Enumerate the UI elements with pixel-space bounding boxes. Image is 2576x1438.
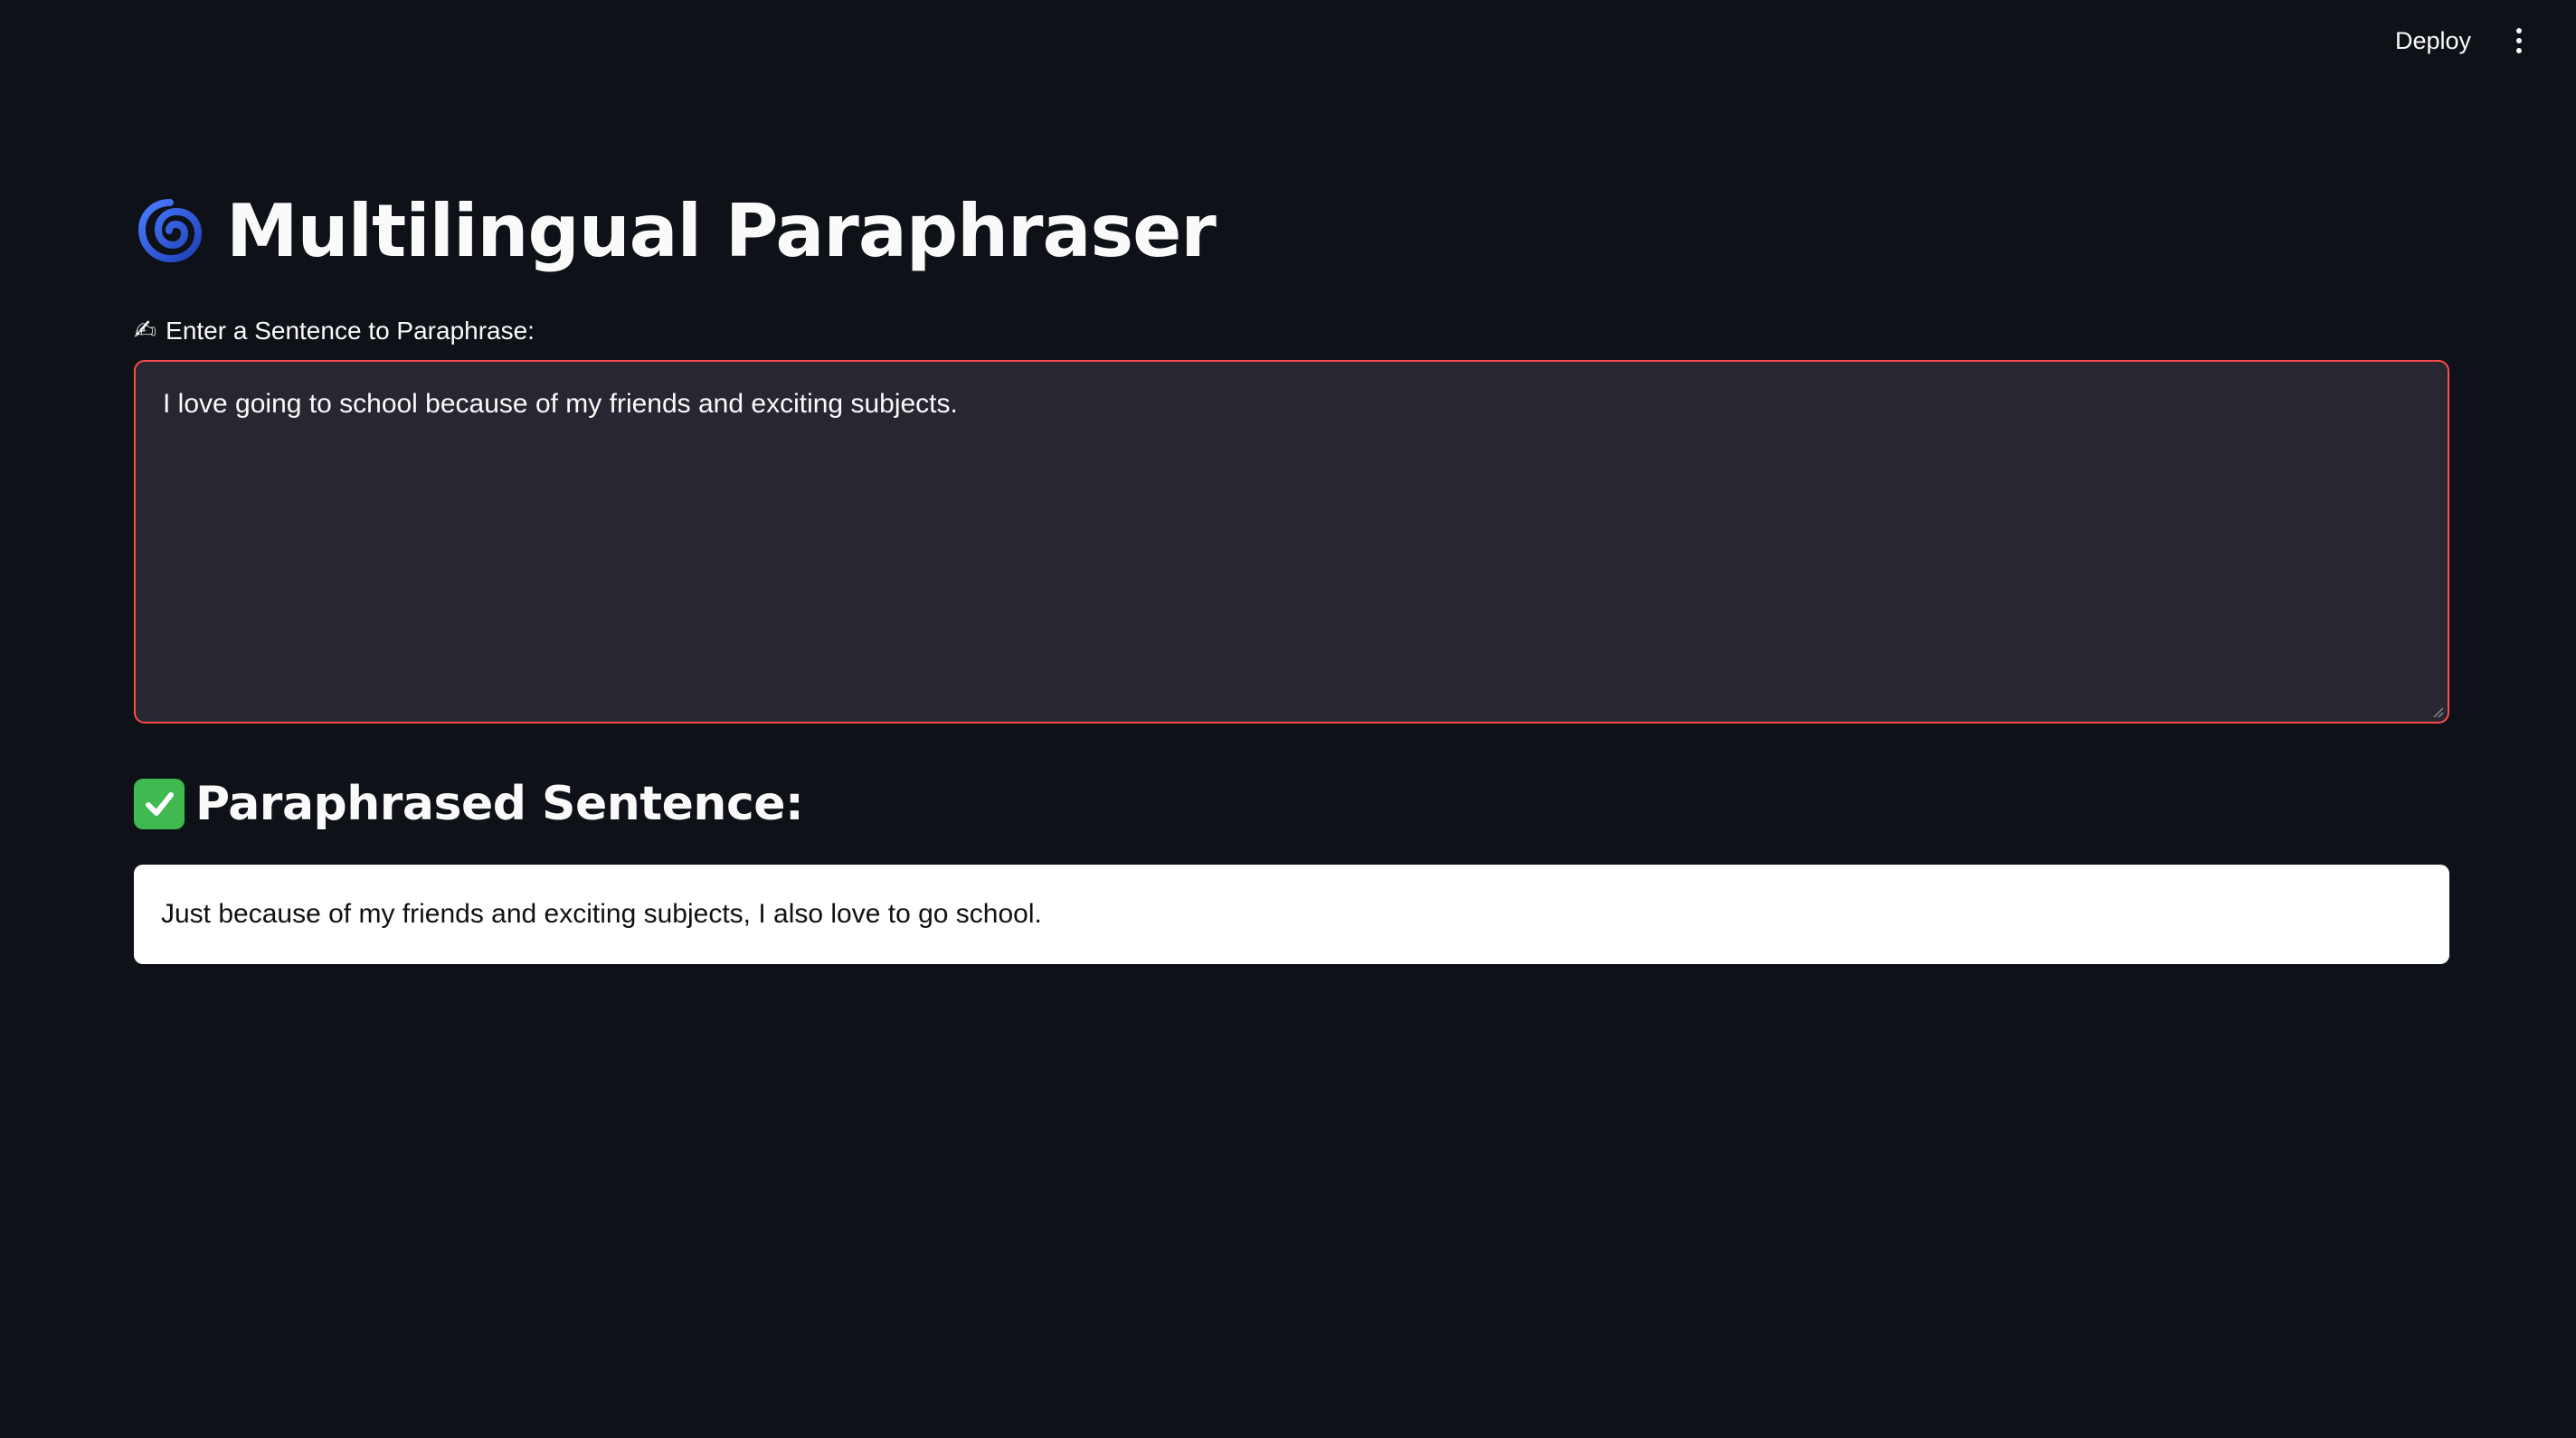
page-title: Multilingual Paraphraser bbox=[134, 181, 2449, 280]
writing-hand-icon: ✍ bbox=[134, 316, 157, 345]
check-mark-button-icon bbox=[134, 779, 185, 829]
result-heading: Paraphrased Sentence: bbox=[134, 776, 2449, 832]
sentence-input[interactable]: I love going to school because of my fri… bbox=[136, 362, 2448, 722]
top-header: Deploy bbox=[0, 0, 2576, 81]
app-root: Deploy Multilingual Paraphraser ✍ Enter … bbox=[0, 0, 2576, 1438]
more-vert-icon bbox=[2516, 28, 2522, 33]
sentence-input-label-text: Enter a Sentence to Paraphrase: bbox=[166, 317, 535, 345]
paraphrased-result-text: Just because of my friends and exciting … bbox=[161, 899, 1042, 929]
more-vert-icon-dot bbox=[2516, 38, 2522, 43]
deploy-button[interactable]: Deploy bbox=[2382, 20, 2484, 61]
title-text: Multilingual Paraphraser bbox=[226, 188, 1217, 273]
resize-handle-icon[interactable] bbox=[2431, 705, 2444, 718]
main-menu-button[interactable] bbox=[2498, 20, 2540, 61]
paraphrased-result-box: Just because of my friends and exciting … bbox=[134, 865, 2449, 964]
sentence-input-label: ✍ Enter a Sentence to Paraphrase: bbox=[134, 315, 2449, 347]
cyclone-icon bbox=[134, 194, 206, 267]
more-vert-icon-dot bbox=[2516, 48, 2522, 53]
sentence-input-container: I love going to school because of my fri… bbox=[134, 360, 2449, 724]
result-heading-text: Paraphrased Sentence: bbox=[195, 777, 804, 831]
main-content: Multilingual Paraphraser ✍ Enter a Sente… bbox=[134, 181, 2449, 964]
